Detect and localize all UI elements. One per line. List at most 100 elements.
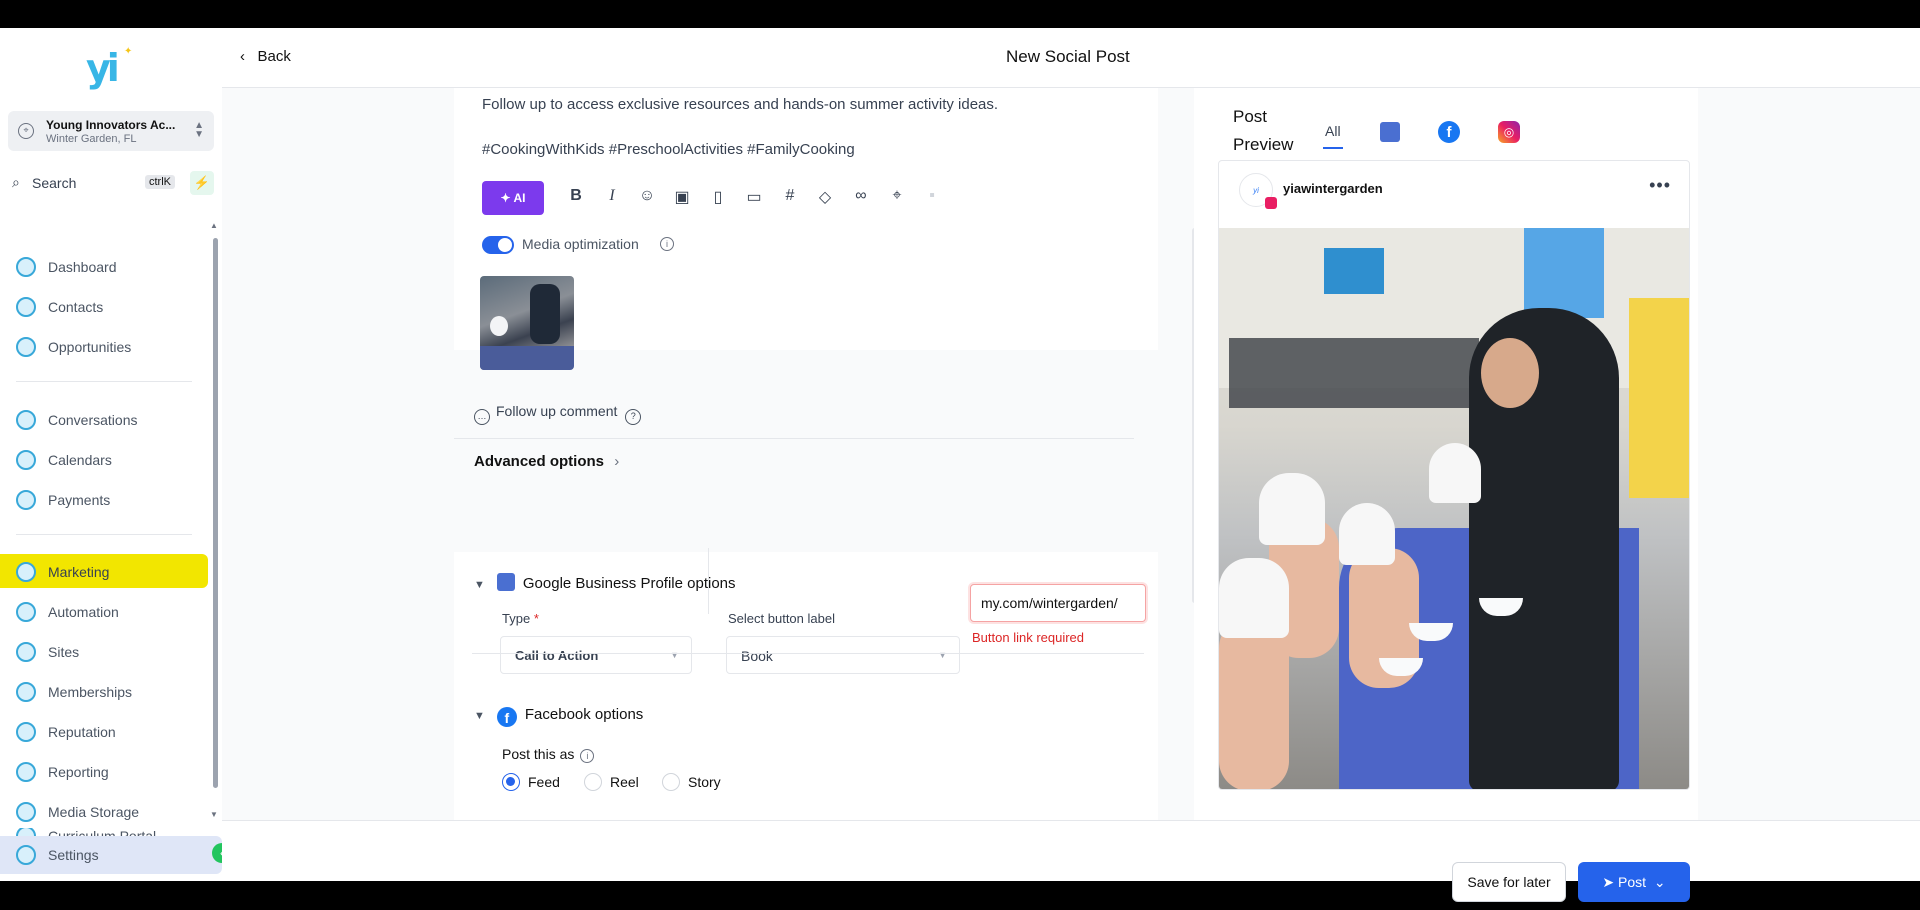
follow-up-comment-toggle[interactable]: … Follow up comment ? — [474, 403, 642, 425]
type-label: Type * — [502, 611, 539, 626]
logo[interactable]: yi ✦ — [86, 46, 136, 90]
dashboard-icon — [16, 257, 36, 277]
italic-icon[interactable]: I — [600, 187, 624, 209]
image-chef-hat — [1339, 503, 1395, 565]
sidebar-item-label: Marketing — [48, 564, 110, 580]
thumb-figure — [490, 316, 508, 336]
more-options-icon[interactable]: ••• — [1649, 175, 1671, 196]
search-bar[interactable]: ⌕ Search ctrlK — [12, 172, 178, 194]
location-icon[interactable]: ⌖ — [885, 187, 909, 209]
emoji-icon[interactable]: ☺ — [635, 187, 659, 209]
footer-bar: Save for later ➤ Post ⌄ — [222, 820, 1920, 902]
video-icon[interactable]: ▭ — [742, 187, 766, 209]
type-select[interactable]: Call to Action ▼ — [500, 636, 692, 674]
radio-icon — [662, 773, 680, 791]
gbp-heading: Google Business Profile options — [522, 575, 736, 592]
sidebar-item-conversations[interactable]: Conversations — [0, 402, 208, 436]
facebook-options-header[interactable]: ▼ f Facebook options — [474, 706, 643, 727]
sidebar-item-dashboard[interactable]: Dashboard — [0, 249, 208, 283]
gear-icon — [16, 845, 36, 865]
radio-label: Reel — [610, 774, 639, 790]
sidebar-item-reporting[interactable]: Reporting — [0, 754, 208, 788]
type-value: Call to Action — [515, 648, 599, 663]
link-icon[interactable]: ∞ — [849, 187, 873, 209]
sidebar-item-memberships[interactable]: Memberships — [0, 674, 208, 708]
post-text-line[interactable]: Follow up to access exclusive resources … — [482, 96, 998, 113]
logo-text: yi — [86, 46, 120, 90]
tab-facebook-icon[interactable]: f — [1438, 121, 1460, 143]
radio-icon — [584, 773, 602, 791]
post-label: Post — [1618, 874, 1647, 890]
sidebar-item-contacts[interactable]: Contacts — [0, 289, 208, 323]
media-icon — [16, 802, 36, 822]
sidebar-item-settings[interactable]: Settings — [0, 836, 222, 874]
post-preview-card: yi yiawintergarden ••• — [1218, 160, 1690, 790]
hashtag-icon[interactable]: # — [778, 187, 802, 209]
sidebar-item-sites[interactable]: Sites — [0, 634, 208, 668]
sidebar-item-automation[interactable]: Automation — [0, 594, 208, 628]
radio-label: Feed — [528, 774, 560, 790]
star-icon — [16, 722, 36, 742]
radio-story[interactable]: Story — [662, 773, 721, 791]
radio-feed[interactable]: Feed — [502, 773, 560, 791]
sidebar-item-label: Media Storage — [48, 804, 140, 820]
image-poster — [1324, 248, 1384, 294]
facebook-heading: Facebook options — [524, 706, 644, 723]
sidebar-item-calendars[interactable]: Calendars — [0, 442, 208, 476]
app-frame: yi ✦ ⌖ Young Innovators Ac... Winter Gar… — [0, 28, 1920, 902]
comment-icon: … — [474, 409, 490, 425]
sidebar-item-label: Reporting — [48, 764, 109, 780]
back-button[interactable]: ‹ Back — [240, 48, 291, 65]
sidebar-item-media-storage[interactable]: Media Storage — [0, 794, 208, 828]
info-icon[interactable]: i — [580, 749, 595, 763]
account-switcher[interactable]: ⌖ Young Innovators Ac... Winter Garden, … — [8, 111, 214, 151]
save-for-later-button[interactable]: Save for later — [1452, 862, 1566, 902]
info-icon[interactable]: i — [660, 237, 674, 251]
media-thumbnail[interactable] — [480, 276, 574, 370]
sidebar-item-label: Contacts — [48, 299, 104, 315]
file-icon[interactable]: ▯ — [706, 187, 730, 209]
sidebar-item-label: Payments — [48, 492, 111, 508]
field-divider — [708, 548, 709, 614]
ai-label: AI — [513, 191, 526, 205]
image-chef-hat — [1219, 558, 1289, 638]
send-icon: ➤ — [1602, 874, 1619, 890]
post-hashtags[interactable]: #CookingWithKids #PreschoolActivities #F… — [482, 141, 855, 158]
chevron-down-icon: ▼ — [670, 650, 679, 660]
account-location: Winter Garden, FL — [46, 133, 137, 145]
help-icon[interactable]: ? — [625, 409, 642, 425]
button-label-label: Select button label — [728, 611, 835, 626]
quick-action-bolt-icon[interactable]: ⚡ — [190, 171, 214, 195]
advanced-options-toggle[interactable]: Advanced options › — [474, 453, 619, 470]
tag-icon[interactable]: ◇ — [813, 187, 837, 209]
sidebar-item-opportunities[interactable]: Opportunities — [0, 329, 208, 363]
post-image — [1219, 228, 1689, 789]
image-icon[interactable]: ▣ — [670, 187, 694, 209]
button-label-select[interactable]: Book ▼ — [726, 636, 960, 674]
media-optimization-label: Media optimization — [522, 236, 639, 252]
media-optimization-toggle[interactable] — [482, 236, 514, 254]
sidebar-item-payments[interactable]: Payments — [0, 482, 208, 516]
tab-all[interactable]: All — [1323, 123, 1343, 149]
tab-google-business-icon[interactable] — [1380, 122, 1400, 142]
sidebar-item-reputation[interactable]: Reputation — [0, 714, 208, 748]
ai-button[interactable]: ✦ AI — [482, 181, 544, 215]
contacts-icon — [16, 297, 36, 317]
chevron-updown-icon: ▲ ▼ — [194, 120, 204, 140]
required-mark: * — [533, 611, 539, 626]
gbp-options-header[interactable]: ▼ Google Business Profile options — [474, 573, 736, 592]
sidebar-item-label: Sites — [48, 644, 80, 660]
post-editor[interactable]: Follow up to access exclusive resources … — [454, 88, 1383, 370]
divider — [454, 438, 1134, 439]
radio-reel[interactable]: Reel — [584, 773, 639, 791]
radio-selected-icon — [502, 773, 520, 791]
url-input[interactable]: my.com/wintergarden/ — [970, 584, 1146, 622]
bold-icon[interactable]: B — [564, 187, 588, 209]
sidebar-item-marketing[interactable]: Marketing — [0, 554, 208, 588]
scroll-down-arrow[interactable]: ▼ — [210, 810, 218, 819]
scroll-up-arrow[interactable]: ▲ — [210, 221, 218, 230]
tab-instagram-icon[interactable]: ◎ — [1498, 121, 1520, 143]
search-label: Search — [32, 175, 77, 191]
post-button[interactable]: ➤ Post ⌄ — [1578, 862, 1690, 902]
sidebar-scrollbar[interactable] — [213, 238, 218, 788]
